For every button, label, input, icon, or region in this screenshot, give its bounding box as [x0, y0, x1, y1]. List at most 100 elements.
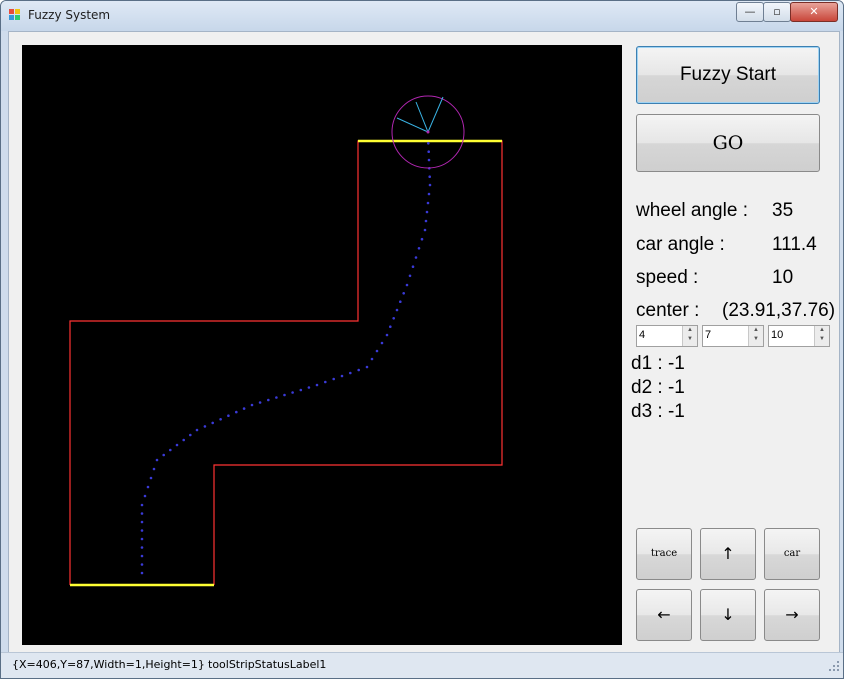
param-input-2-value: 7: [705, 329, 712, 341]
trace-dot: [332, 377, 336, 381]
down-button[interactable]: ↓: [700, 589, 756, 641]
param-input-2[interactable]: 7 ▲ ▼: [702, 325, 764, 347]
trace-dot: [380, 341, 384, 345]
trace-dot: [146, 485, 150, 489]
trace-dot: [140, 520, 144, 524]
trace-dot: [414, 256, 418, 259]
trace-dot: [169, 448, 172, 452]
trace-dot: [424, 219, 428, 223]
trace-dot: [299, 388, 303, 392]
car-trace: [140, 142, 432, 575]
trace-dot: [140, 563, 144, 566]
status-label: toolStripStatusLabel1: [208, 658, 327, 671]
param-input-3[interactable]: 10 ▲ ▼: [768, 325, 830, 347]
trace-dot: [235, 410, 238, 414]
car-center: [426, 130, 430, 134]
trace-dot: [189, 433, 192, 437]
trace-dot: [375, 349, 379, 353]
trace-dot: [420, 237, 424, 241]
car-marker: [391, 95, 465, 169]
trace-dot: [411, 265, 415, 268]
trace-dot: [143, 494, 147, 498]
speed-label: speed :: [636, 267, 699, 288]
d2-distance: d2 : -1: [631, 377, 685, 398]
go-button[interactable]: GO: [636, 114, 820, 172]
right-button[interactable]: →: [764, 589, 820, 641]
trace-dot: [155, 458, 159, 462]
title-bar[interactable]: Fuzzy System — ▫ ✕: [1, 1, 843, 31]
trace-dot: [389, 325, 392, 329]
app-icon: [9, 9, 21, 21]
sensor-ray-right: [427, 96, 444, 133]
trace-dot: [149, 476, 153, 480]
trace-dot: [315, 383, 319, 387]
param-input-1[interactable]: 4 ▲ ▼: [636, 325, 698, 347]
speed-value: 10: [772, 267, 794, 288]
trace-button[interactable]: trace: [636, 528, 692, 580]
param-input-2-spinner[interactable]: ▲ ▼: [748, 326, 763, 346]
trace-dot: [195, 428, 199, 432]
trace-dot: [291, 391, 294, 394]
trace-dot: [385, 333, 389, 337]
trace-dot: [427, 150, 431, 153]
center-value: (23.91,37.76): [722, 300, 836, 321]
trace-dot: [427, 142, 430, 145]
param-input-3-spinner[interactable]: ▲ ▼: [814, 326, 829, 346]
track-boundary: [69, 140, 503, 585]
trace-dot: [324, 380, 327, 384]
trace-dot: [140, 546, 144, 549]
trace-dot: [395, 308, 399, 312]
trace-dot: [349, 371, 352, 375]
trace-dot: [175, 443, 179, 447]
wheel-angle-value: 35: [772, 200, 794, 221]
trace-dot: [357, 368, 361, 372]
minimize-button[interactable]: —: [736, 2, 764, 22]
wheel-angle-label: wheel angle :: [636, 200, 748, 221]
trace-dot: [140, 529, 144, 532]
trace-dot: [399, 300, 402, 303]
main-panel: Fuzzy Start GO wheel angle : 35 car angl…: [8, 31, 840, 653]
trace-dot: [427, 158, 431, 162]
trace-dot: [417, 247, 421, 250]
trace-dot: [211, 421, 214, 425]
trace-dot: [425, 210, 429, 214]
d3-distance: d3 : -1: [631, 401, 685, 422]
trace-dot: [408, 274, 412, 278]
trace-dot: [182, 438, 185, 442]
fuzzy-start-button[interactable]: Fuzzy Start: [636, 46, 820, 104]
car-button[interactable]: car: [764, 528, 820, 580]
left-button[interactable]: ←: [636, 589, 692, 641]
trace-dot: [250, 403, 254, 407]
trace-dot: [423, 228, 427, 232]
d1-distance: d1 : -1: [631, 353, 685, 374]
param-input-1-value: 4: [639, 329, 646, 341]
trace-dot: [426, 201, 430, 205]
status-bounds: {X=406,Y=87,Width=1,Height=1}: [12, 658, 205, 671]
window-title: Fuzzy System: [28, 8, 111, 22]
trace-dot: [140, 503, 144, 507]
trace-dot: [162, 453, 165, 457]
trace-dot: [428, 175, 432, 178]
maximize-icon: ▫: [773, 5, 781, 18]
arrow-down-icon: ↓: [721, 605, 735, 624]
trace-dot: [140, 571, 144, 575]
param-input-1-spinner[interactable]: ▲ ▼: [682, 326, 697, 346]
trace-dot: [140, 537, 144, 541]
up-button[interactable]: ↑: [700, 528, 756, 580]
close-button[interactable]: ✕: [790, 2, 838, 22]
trace-dot: [219, 418, 222, 421]
trace-dot: [203, 425, 207, 428]
trace-dot: [392, 317, 396, 320]
trace-dot: [140, 554, 144, 558]
trace-dot: [258, 401, 262, 404]
track-drawing: [69, 95, 503, 587]
track-canvas[interactable]: [22, 45, 622, 645]
trace-dot: [405, 283, 409, 287]
center-label: center :: [636, 300, 700, 321]
trace-dot: [242, 407, 246, 410]
maximize-button[interactable]: ▫: [763, 2, 791, 22]
resize-grip-icon[interactable]: [829, 661, 839, 671]
trace-dot: [365, 365, 369, 369]
minimize-icon: —: [744, 5, 756, 18]
trace-dot: [152, 467, 156, 471]
